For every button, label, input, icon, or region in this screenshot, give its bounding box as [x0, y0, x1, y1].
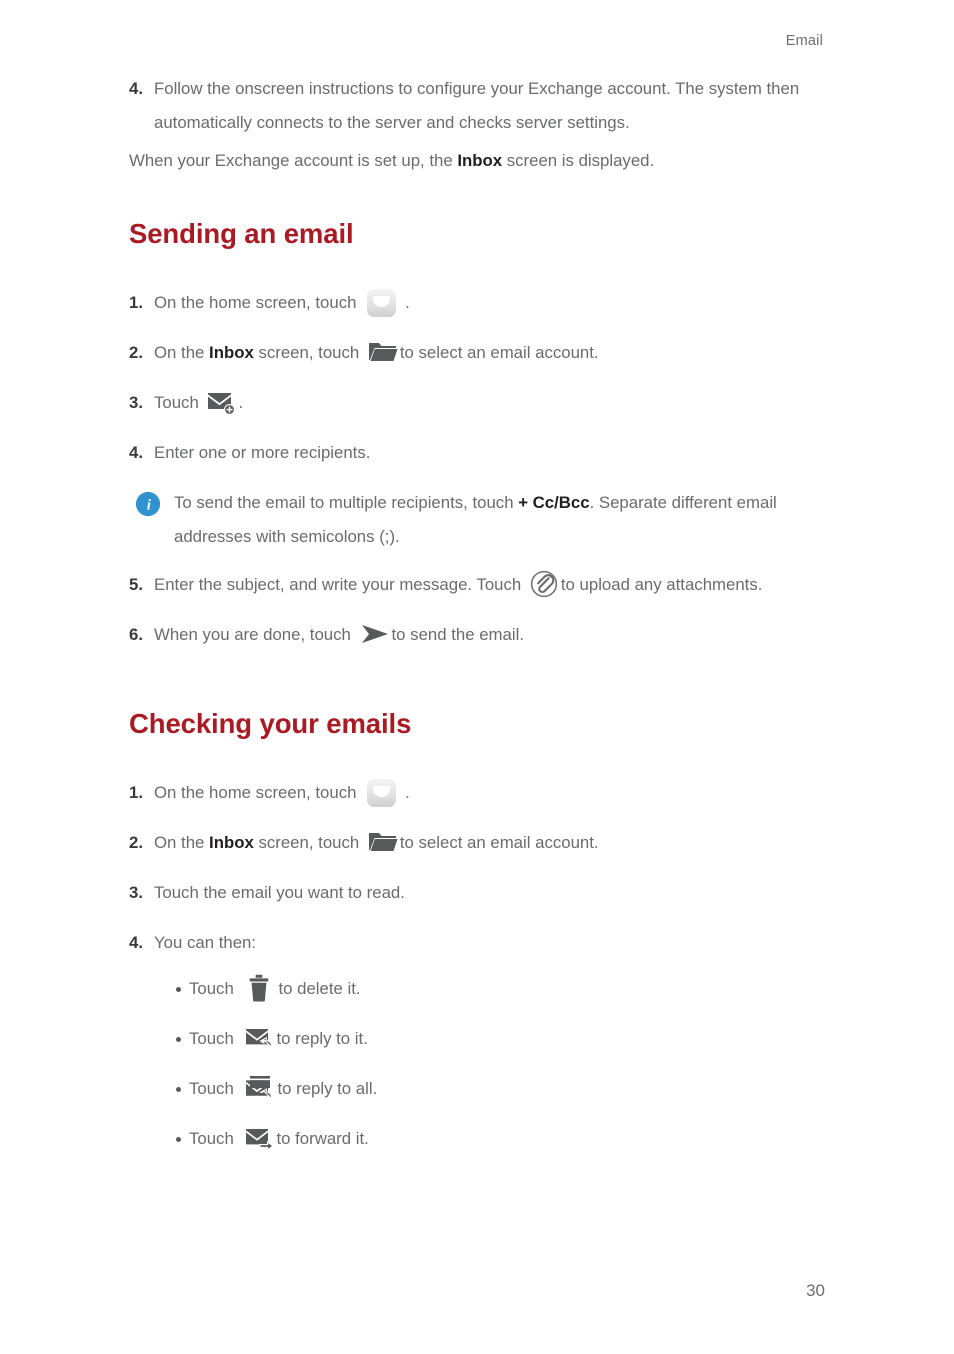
- bullet-text-post: to reply to all.: [277, 1079, 378, 1098]
- bullet-text-pre: Touch: [189, 1029, 239, 1048]
- mail-app-icon[interactable]: [365, 778, 399, 808]
- sending-steps-tail: 5. Enter the subject, and write your mess…: [129, 568, 829, 652]
- list-item: 1. On the home screen, touch .: [129, 776, 829, 810]
- list-text-pre: You can then:: [154, 933, 257, 952]
- list-item: 2. On the Inbox screen, touch to select a…: [129, 826, 829, 860]
- note-text-bold: + Cc/Bcc: [518, 493, 590, 512]
- bullet-text-post: to delete it.: [278, 979, 361, 998]
- list-item: Touch to delete it.: [176, 972, 829, 1006]
- list-text-pre: Touch the email you want to read.: [154, 883, 405, 902]
- list-number: 4.: [129, 79, 143, 98]
- compose-icon[interactable]: [207, 390, 237, 416]
- intro-paragraph: When your Exchange account is set up, th…: [129, 144, 829, 178]
- page-number: 30: [806, 1281, 825, 1300]
- list-number: 5.: [129, 575, 143, 594]
- info-note: i To send the email to multiple recipien…: [129, 486, 829, 554]
- list-text-pre: Enter one or more recipients.: [154, 443, 371, 462]
- list-item: 1. On the home screen, touch .: [129, 286, 829, 320]
- info-icon: i: [136, 492, 160, 516]
- list-text-pre: On the: [154, 833, 210, 852]
- trash-icon[interactable]: [247, 974, 271, 1002]
- section-title-checking: Checking your emails: [129, 708, 412, 739]
- list-text-post: to send the email.: [391, 625, 524, 644]
- list-item: Touch to forward it.: [176, 1122, 829, 1156]
- list-text-pre: On the: [154, 343, 210, 362]
- list-number: 1.: [129, 293, 143, 312]
- paragraph-post: screen is displayed.: [502, 151, 655, 170]
- reply-icon[interactable]: [245, 1026, 275, 1052]
- list-text: Follow the onscreen instructions to conf…: [154, 79, 800, 132]
- bullet-text-post: to forward it.: [276, 1129, 369, 1148]
- list-item: 2. On the Inbox screen, touch to select a…: [129, 336, 829, 370]
- list-text-post: to select an email account.: [399, 343, 599, 362]
- list-item: 4. Follow the onscreen instructions to c…: [129, 72, 829, 140]
- list-number: 4.: [129, 933, 143, 952]
- page-content: 4. Follow the onscreen instructions to c…: [129, 72, 829, 1172]
- intro-steps: 4. Follow the onscreen instructions to c…: [129, 72, 829, 140]
- action-bullet-list: Touch to delete it. Touch to reply to it…: [154, 972, 829, 1156]
- list-text-mid: screen, touch: [253, 343, 364, 362]
- section-title-sending: Sending an email: [129, 218, 354, 249]
- list-number: 1.: [129, 783, 143, 802]
- running-header: Email: [785, 33, 823, 49]
- list-number: 6.: [129, 625, 143, 644]
- list-number: 4.: [129, 443, 143, 462]
- send-icon[interactable]: [360, 623, 390, 645]
- forward-icon[interactable]: [245, 1126, 275, 1152]
- list-item: 3. Touch the email you want to read.: [129, 876, 829, 910]
- list-text-bold-inbox: Inbox: [209, 343, 254, 362]
- list-item: 3. Touch .: [129, 386, 829, 420]
- list-text-pre: On the home screen, touch: [154, 783, 362, 802]
- list-text-post: to upload any attachments.: [560, 575, 763, 594]
- list-number: 2.: [129, 343, 143, 362]
- list-text-mid: screen, touch: [253, 833, 364, 852]
- list-number: 3.: [129, 883, 143, 902]
- paragraph-bold-inbox: Inbox: [457, 151, 503, 170]
- bullet-text-pre: Touch: [189, 979, 239, 998]
- list-text-pre: Enter the subject, and write your messag…: [154, 575, 526, 594]
- reply-all-icon[interactable]: [245, 1075, 276, 1102]
- bullet-text-pre: Touch: [189, 1129, 239, 1148]
- checking-steps: 1. On the home screen, touch . 2. On the…: [129, 776, 829, 1156]
- list-text-pre: On the home screen, touch: [154, 293, 362, 312]
- folder-icon[interactable]: [368, 340, 398, 364]
- document-page: Email 4. Follow the onscreen instruction…: [0, 0, 954, 1354]
- note-text-pre: To send the email to multiple recipients…: [174, 493, 519, 512]
- mail-app-icon[interactable]: [365, 288, 399, 318]
- list-number: 3.: [129, 393, 143, 412]
- list-item: 4. You can then: Touch to delete it. Tou…: [129, 926, 829, 1156]
- list-item: 5. Enter the subject, and write your mess…: [129, 568, 829, 602]
- list-text-post: .: [238, 393, 244, 412]
- list-item: 4. Enter one or more recipients.: [129, 436, 829, 470]
- bullet-text-post: to reply to it.: [276, 1029, 368, 1048]
- list-item: Touch to reply to all.: [176, 1072, 829, 1106]
- paragraph-pre: When your Exchange account is set up, th…: [129, 151, 458, 170]
- list-text-post: .: [405, 783, 410, 802]
- list-text-bold-inbox: Inbox: [209, 833, 254, 852]
- list-item: Touch to reply to it.: [176, 1022, 829, 1056]
- list-text-post: .: [405, 293, 410, 312]
- folder-icon[interactable]: [368, 830, 398, 854]
- list-item: 6. When you are done, touch to send the e…: [129, 618, 829, 652]
- list-text-pre: When you are done, touch: [154, 625, 356, 644]
- bullet-text-pre: Touch: [189, 1079, 239, 1098]
- list-text-post: to select an email account.: [399, 833, 599, 852]
- list-text-pre: Touch: [154, 393, 204, 412]
- sending-steps: 1. On the home screen, touch . 2. On the…: [129, 286, 829, 470]
- attachment-clip-icon[interactable]: [530, 570, 558, 598]
- list-number: 2.: [129, 833, 143, 852]
